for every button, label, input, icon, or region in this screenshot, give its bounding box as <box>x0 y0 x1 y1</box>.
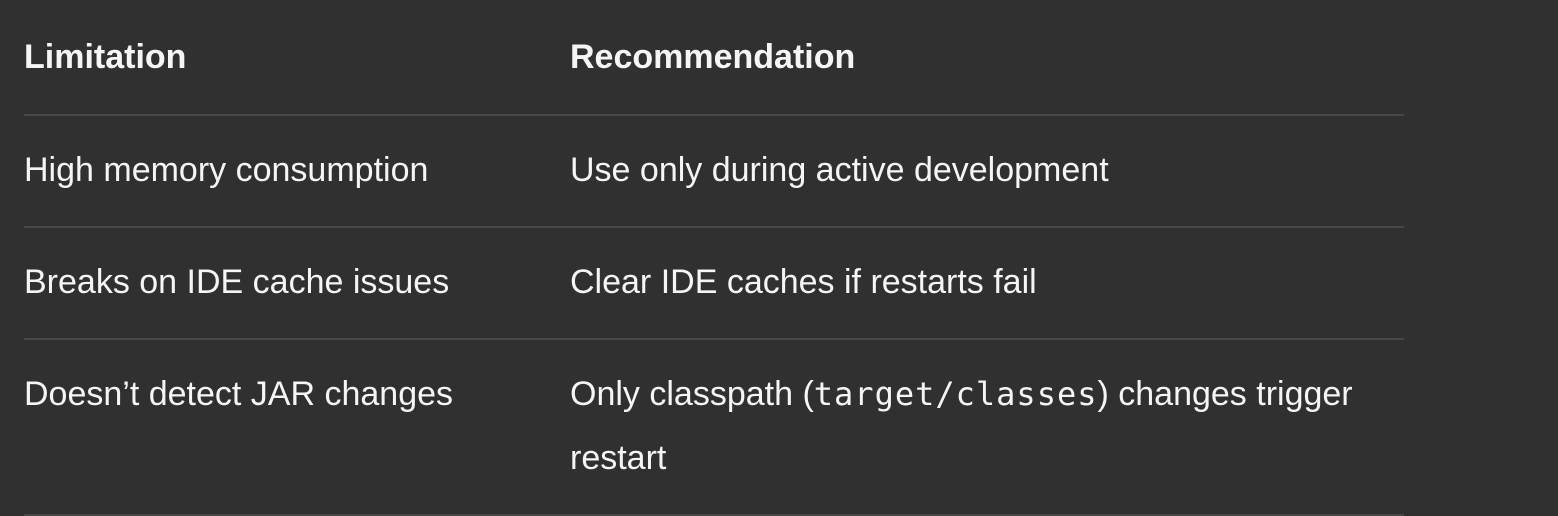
header-limitation: Limitation <box>24 0 570 116</box>
recommendation-text: Only classpath ( <box>570 375 814 413</box>
table-row: High memory consumption Use only during … <box>24 115 1404 228</box>
recommendation-cell: Only classpath (target/classes) changes … <box>570 339 1404 516</box>
recommendation-cell: Use only during active development <box>570 115 1404 228</box>
limitation-cell: Doesn’t detect JAR changes <box>24 339 570 516</box>
table-row: Breaks on IDE cache issues Clear IDE cac… <box>24 227 1404 340</box>
limitations-table: Limitation Recommendation High memory co… <box>24 0 1404 516</box>
recommendation-cell: Clear IDE caches if restarts fail <box>570 227 1404 340</box>
limitation-cell: Breaks on IDE cache issues <box>24 227 570 340</box>
inline-code: target/classes <box>813 375 1098 413</box>
table-row: Doesn’t detect JAR changes Only classpat… <box>24 339 1404 516</box>
table-header-row: Limitation Recommendation <box>24 0 1404 116</box>
limitation-cell: High memory consumption <box>24 115 570 228</box>
header-recommendation: Recommendation <box>570 0 1404 116</box>
